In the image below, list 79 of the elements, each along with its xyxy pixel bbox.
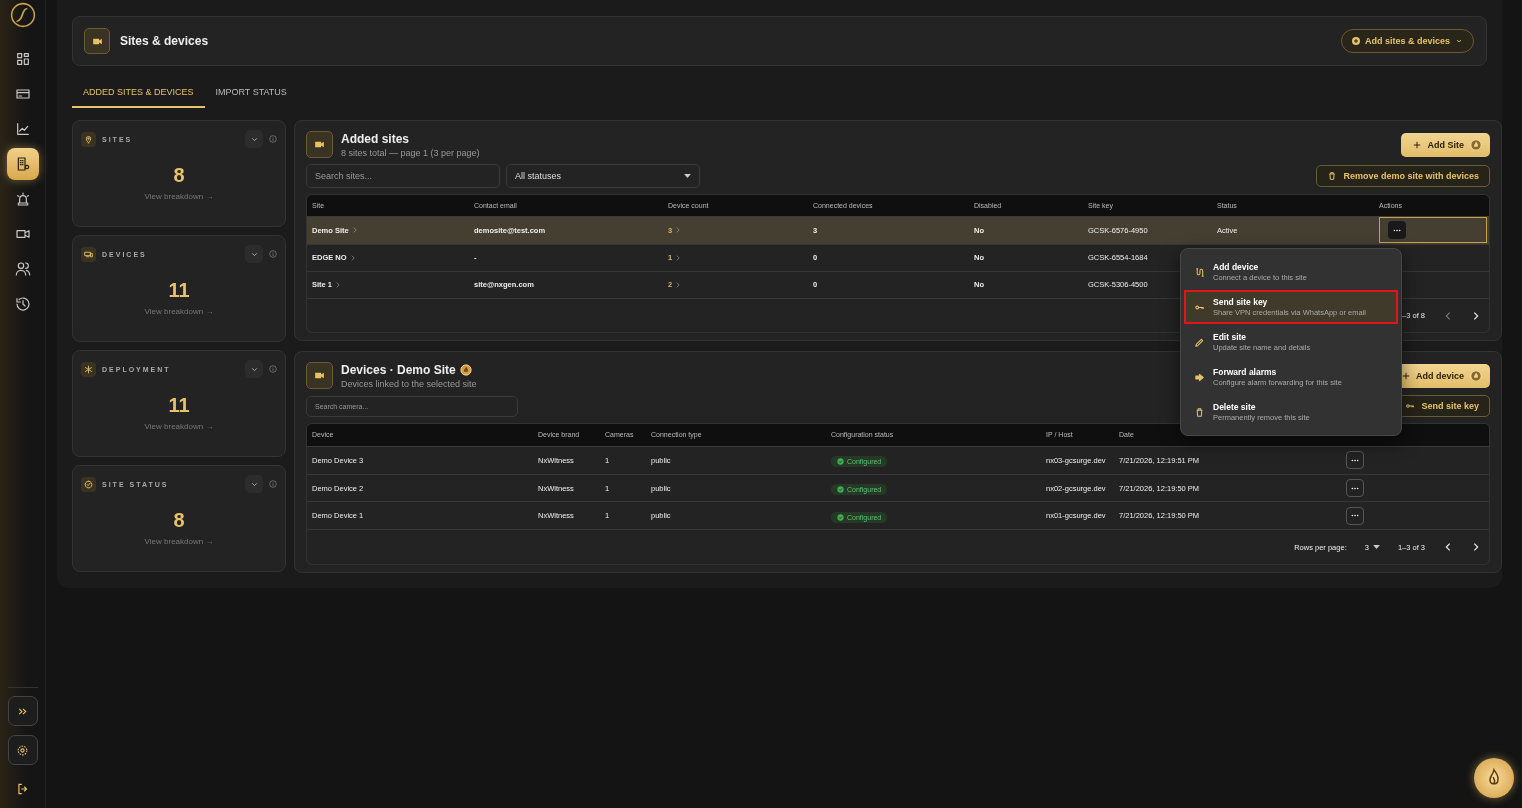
stat-value: 11: [168, 279, 190, 302]
history-icon: [14, 296, 31, 312]
chevron-right-icon: [350, 254, 355, 261]
dots-icon: [1351, 514, 1359, 518]
plus-icon: [1413, 141, 1422, 149]
caret-icon: [1455, 37, 1463, 45]
flame-icon: [459, 363, 472, 376]
panel-subtitle: 8 sites total — page 1 (3 per page): [341, 147, 480, 158]
page-title: Sites & devices: [120, 34, 209, 48]
chevron-right-icon: [352, 227, 357, 234]
check-icon: [837, 513, 844, 521]
alarm-icon: [14, 191, 31, 207]
panel-title: Devices · Demo Site: [341, 362, 456, 377]
menu-item-title: Edit site: [1213, 332, 1248, 342]
chevron-right-icon: [676, 227, 681, 234]
panel-subtitle: Devices linked to the selected site: [341, 378, 477, 389]
chevron-right-icon: [336, 281, 340, 288]
monitor-icon: [81, 246, 96, 262]
remove-demo-button[interactable]: Remove demo site with devices: [1316, 165, 1490, 187]
menu-item-title: Delete site: [1213, 402, 1257, 412]
menu-item-title: Add device: [1213, 262, 1260, 272]
camera-tile-icon: [306, 362, 333, 389]
key-icon: [1405, 401, 1416, 411]
view-breakdown-link[interactable]: View breakdown →: [144, 422, 214, 431]
menu-item-title: Send site key: [1213, 297, 1269, 307]
chart-icon: [14, 121, 31, 137]
view-breakdown-link[interactable]: View breakdown →: [144, 537, 214, 546]
chevron-left-icon[interactable]: [1443, 542, 1453, 553]
panel-title: Added sites: [341, 131, 410, 146]
pin-icon: [81, 131, 96, 147]
info-icon[interactable]: [269, 250, 277, 258]
info-icon[interactable]: [269, 480, 277, 488]
users-icon: [14, 261, 31, 277]
expand-button[interactable]: [7, 696, 38, 726]
flame-button[interactable]: [1474, 758, 1514, 798]
stat-value: 11: [168, 394, 190, 417]
check-icon: [837, 486, 844, 494]
menu-item-title: Forward alarms: [1213, 367, 1278, 377]
route-icon: [1194, 266, 1205, 278]
info-icon[interactable]: [269, 135, 277, 143]
asterisk-icon: [81, 361, 96, 377]
dots-icon: [1351, 486, 1359, 490]
settings-button[interactable]: [7, 735, 38, 765]
caret-icon: [684, 174, 691, 178]
chevron-right-icon: [676, 281, 681, 288]
grid-icon: [14, 51, 31, 67]
search-field[interactable]: Search sites...: [306, 164, 500, 188]
stat-value: 8: [173, 164, 185, 187]
chevron-right-icon[interactable]: [1471, 310, 1481, 321]
trash-icon: [1327, 171, 1338, 181]
plus-circle-icon: [1351, 37, 1360, 45]
plus-icon: [1402, 372, 1410, 380]
caret-icon: [1372, 545, 1380, 550]
add-sites-button[interactable]: Add sites & devices: [1340, 29, 1474, 53]
tab[interactable]: IMPORT STATUS: [204, 78, 298, 108]
info-icon[interactable]: [269, 365, 277, 373]
view-breakdown-link[interactable]: View breakdown →: [144, 307, 214, 316]
arrow-icon: [1194, 371, 1205, 383]
check-icon: [837, 458, 844, 466]
flame-icon: [1470, 139, 1482, 151]
dots-icon: [1393, 228, 1401, 232]
view-breakdown-link[interactable]: View breakdown →: [144, 192, 214, 201]
status-dropdown[interactable]: All statuses: [506, 164, 700, 188]
logo-icon: [9, 2, 36, 28]
chevron-right-icon[interactable]: [1471, 542, 1481, 553]
camera-tile-icon: [84, 28, 110, 54]
logout-icon[interactable]: [15, 782, 30, 796]
tab[interactable]: ADDED SITES & DEVICES: [72, 78, 205, 108]
pencil-icon: [1194, 336, 1205, 348]
add-site-button[interactable]: Add Site: [1401, 133, 1490, 157]
dots-icon: [1351, 458, 1359, 462]
stat-value: 8: [173, 509, 185, 532]
trash-icon: [1194, 406, 1205, 418]
chevron-right-icon: [676, 254, 681, 261]
settings-icon: [16, 743, 29, 757]
card-icon: [14, 86, 31, 102]
flame-icon: [1470, 370, 1482, 382]
sidebar-item[interactable]: [6, 148, 39, 180]
camera-tile-icon: [306, 131, 333, 158]
